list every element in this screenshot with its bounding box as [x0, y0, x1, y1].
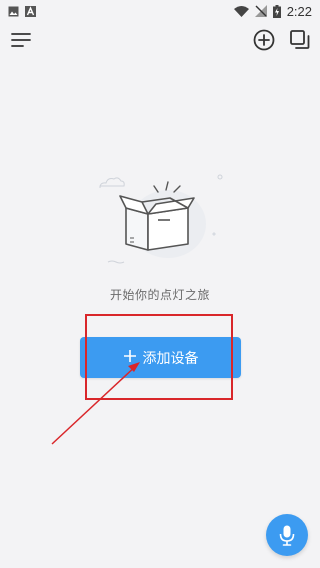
wifi-icon	[233, 5, 249, 17]
copy-icon	[290, 30, 310, 49]
menu-icon	[11, 33, 31, 47]
copy-button[interactable]	[288, 28, 312, 52]
battery-charging-icon	[272, 4, 281, 18]
menu-button[interactable]	[10, 29, 32, 51]
empty-state-illustration	[96, 166, 226, 276]
toolbar	[0, 26, 320, 56]
image-icon	[8, 6, 19, 17]
status-right: 2:22	[233, 3, 312, 19]
add-button[interactable]	[252, 28, 276, 52]
annotation-highlight-box	[85, 314, 233, 400]
empty-state-message: 开始你的点灯之旅	[109, 288, 210, 302]
open-box-icon	[99, 174, 223, 264]
status-left	[8, 5, 36, 17]
voice-button[interactable]	[266, 514, 308, 556]
annotation-arrow	[51, 362, 140, 445]
no-signal-icon	[254, 5, 267, 17]
microphone-icon	[279, 525, 295, 546]
font-a-icon	[25, 5, 36, 17]
status-bar: 2:22	[0, 0, 320, 22]
plus-circle-icon	[253, 29, 275, 51]
status-time: 2:22	[286, 3, 312, 19]
